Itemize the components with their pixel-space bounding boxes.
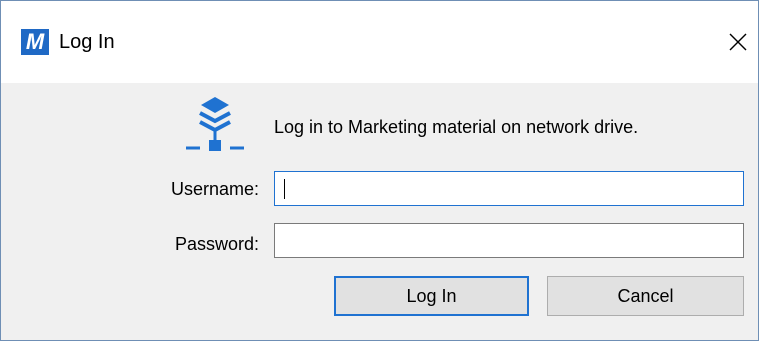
app-logo-icon: M [21, 29, 49, 55]
close-button[interactable] [721, 26, 755, 58]
title-bar[interactable]: M Log In [1, 1, 758, 83]
password-label: Password: [174, 234, 259, 254]
username-label: Username: [170, 179, 259, 199]
username-input[interactable] [274, 171, 744, 206]
network-drive-icon [186, 96, 244, 163]
login-dialog-window: M Log In Log in to Marketing material on… [0, 0, 759, 341]
login-button[interactable]: Log In [334, 276, 529, 316]
text-caret [284, 179, 285, 199]
password-input[interactable] [274, 223, 744, 258]
close-icon [729, 33, 747, 51]
dialog-message: Log in to Marketing material on network … [274, 117, 639, 137]
window-title: Log In [59, 31, 115, 53]
cancel-button[interactable]: Cancel [547, 276, 744, 316]
